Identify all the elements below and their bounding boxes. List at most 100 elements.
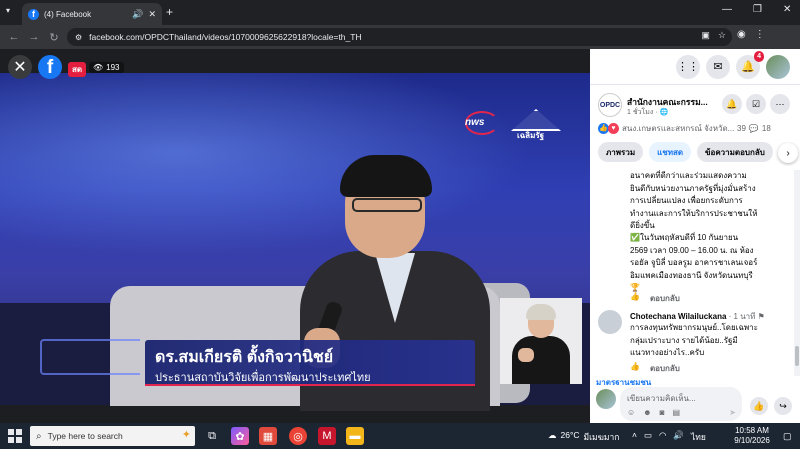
clock[interactable]: 10:58 AM 9/10/2026 (732, 426, 772, 446)
composer-tools: ☺ ☻ ◙ ▤ (627, 408, 680, 417)
chevron-right-icon[interactable]: › (778, 143, 798, 163)
send-icon[interactable]: ➤ (729, 408, 736, 417)
post-time: 1 ชั่วโมง · 🌐 (627, 107, 668, 118)
menu-icon[interactable]: ⋮ (755, 29, 765, 40)
like-comment-icon[interactable]: 👍 (630, 292, 640, 305)
gif-icon[interactable]: ▤ (672, 408, 680, 417)
speaker-title: ประธานสถาบันวิจัยเพื่อการพัฒนาประเทศไทย (155, 372, 371, 384)
comment-author-name[interactable]: Chotechana Wilailuckana (630, 312, 726, 321)
menu-grid-icon[interactable]: ⋮⋮ (676, 54, 700, 79)
live-badge: สด (68, 62, 87, 77)
flag-icon[interactable]: ⚑ (758, 312, 765, 321)
interpreter-hair (526, 304, 556, 320)
minimize-icon[interactable]: — (722, 4, 732, 15)
bell-follow-icon[interactable]: 🔔 (722, 94, 742, 114)
profile-icon[interactable]: ◉ (737, 29, 746, 40)
speaker-hair (340, 155, 432, 197)
site-info-icon[interactable]: ⚙ (75, 33, 82, 42)
eye-icon: 👁 (93, 63, 104, 72)
reply-button[interactable]: ตอบกลับ (650, 292, 680, 305)
notifications-bell-icon[interactable]: 🔔 4 (736, 50, 764, 79)
comment-text: อนาคตที่ดีกว่าและร่วมแสดงความยินดีกับหน่… (630, 171, 758, 230)
task-view-icon[interactable]: ⧉ (203, 427, 221, 445)
reply-button[interactable]: ตอบกลับ (650, 362, 680, 375)
system-tray: ˄ ▭ ◠ 🔊 ไทย (632, 430, 706, 444)
comment-placeholder: เขียนความคิดเห็น... (627, 394, 696, 403)
taskbar-search-placeholder: Type here to search (47, 431, 123, 441)
reload-icon[interactable]: ↻ (44, 31, 64, 44)
video-player[interactable]: nws เฉลิมรัฐ ดร.สมเกียรติ ตั้งกิจวานิชย์… (0, 49, 590, 423)
notification-center-icon[interactable]: ▢ (783, 431, 792, 442)
share-icon[interactable]: ↪ (774, 397, 792, 415)
copilot-icon[interactable]: ✿ (231, 427, 249, 445)
file-explorer-icon[interactable]: ▬ (346, 427, 364, 445)
stage-lighting (0, 73, 590, 273)
tab-overview[interactable]: ภาพรวม (598, 142, 644, 162)
account-avatar[interactable] (766, 54, 790, 79)
taskbar-search[interactable]: ⌕ Type here to search ✦ (30, 426, 195, 446)
chrome-icon[interactable]: ◎ (289, 427, 307, 445)
viewer-count-badge: 👁 193 (89, 62, 124, 73)
crest-shape (511, 109, 561, 131)
comments-scrollbar[interactable] (794, 170, 800, 376)
tab-replies[interactable]: ข้อความตอบกลับ (697, 142, 773, 162)
language-indicator[interactable]: ไทย (691, 430, 706, 444)
comment-actions-2: 👍 ตอบกลับ (630, 362, 680, 375)
messenger-icon[interactable]: ✉ (706, 54, 730, 79)
clock-time: 10:58 AM (735, 426, 769, 435)
bookmark-star-icon[interactable]: ☆ (718, 30, 726, 41)
cloud-icon: ☁ (548, 430, 557, 440)
windows-start-icon[interactable] (8, 429, 22, 443)
globe-icon: 🌐 (659, 109, 669, 116)
network-icon[interactable]: ▭ (644, 430, 652, 444)
facebook-logo-icon[interactable]: f (38, 55, 62, 79)
nws-logo-text: nws (465, 117, 485, 128)
emoji-icon[interactable]: ☻ (643, 408, 651, 417)
back-icon[interactable]: ← (4, 31, 24, 43)
speaker-glasses (352, 198, 422, 212)
crest-logo: เฉลิมรัฐ (503, 109, 573, 140)
comment-input[interactable]: เขียนความคิดเห็น... ☺ ☻ ◙ ▤ ➤ (620, 387, 742, 421)
sign-language-interpreter (500, 298, 582, 384)
close-window-icon[interactable]: ✕ (783, 4, 791, 15)
chevron-up-icon[interactable]: ˄ (632, 430, 637, 444)
save-post-icon[interactable]: ☑ (746, 94, 766, 114)
forward-icon[interactable]: → (24, 31, 44, 43)
close-tab-icon[interactable]: ✕ (148, 9, 156, 20)
commenter-avatar[interactable] (598, 310, 622, 334)
interpreter-hand (518, 348, 534, 362)
like-comment-icon[interactable]: 👍 (630, 362, 640, 375)
wifi-icon[interactable]: ◠ (659, 430, 666, 444)
comment-composer: เขียนความคิดเห็น... ☺ ☻ ◙ ▤ ➤ 👍 ↪ (590, 385, 800, 423)
comment-icon: 💬 (748, 123, 759, 133)
store-icon[interactable]: ▦ (259, 427, 277, 445)
sticker-icon[interactable]: ☺ (627, 408, 635, 417)
browser-tab[interactable]: f (4) Facebook 🔊 ✕ (22, 3, 162, 25)
comments-list: อนาคตที่ดีกว่าและร่วมแสดงความยินดีกับหน่… (590, 170, 794, 376)
close-video-button[interactable]: ✕ (8, 55, 32, 79)
speaker-icon[interactable]: 🔊 (132, 9, 143, 20)
reaction-names[interactable]: สนง.เกษตรและสหกรณ์ จังหวัด... (622, 122, 734, 135)
comment-time: · 1 นาที (728, 312, 756, 321)
lower-third-decoration (40, 339, 140, 375)
mcafee-icon[interactable]: M (318, 427, 336, 445)
browser-toolbar: ← → ↻ ⚙ facebook.com/OPDCThailand/videos… (0, 25, 800, 49)
reaction-count[interactable]: 39 (737, 124, 746, 133)
weather-description: มีเมฆมาก (583, 432, 620, 442)
more-options-icon[interactable]: ⋯ (770, 94, 790, 114)
restore-icon[interactable]: ❐ (753, 4, 762, 15)
comments-count[interactable]: 18 (762, 124, 771, 133)
page-avatar[interactable]: OPDC (598, 93, 622, 117)
temperature: 26°C (560, 430, 580, 440)
scrollbar-thumb[interactable] (795, 346, 799, 366)
tab-live-chat[interactable]: แชทสด (649, 142, 692, 162)
cast-icon[interactable]: ▣ (701, 30, 710, 41)
volume-icon[interactable]: 🔊 (673, 430, 684, 444)
search-icon: ⌕ (36, 430, 42, 442)
tab-search-icon[interactable]: ▾ (6, 6, 16, 16)
like-button-icon[interactable]: 👍 (750, 397, 768, 415)
new-tab-button[interactable]: + (166, 5, 173, 19)
address-bar[interactable]: ⚙ facebook.com/OPDCThailand/videos/10700… (67, 28, 732, 46)
camera-icon[interactable]: ◙ (660, 408, 665, 417)
weather-widget[interactable]: ☁ 26°C มีเมฆมาก (548, 430, 619, 444)
